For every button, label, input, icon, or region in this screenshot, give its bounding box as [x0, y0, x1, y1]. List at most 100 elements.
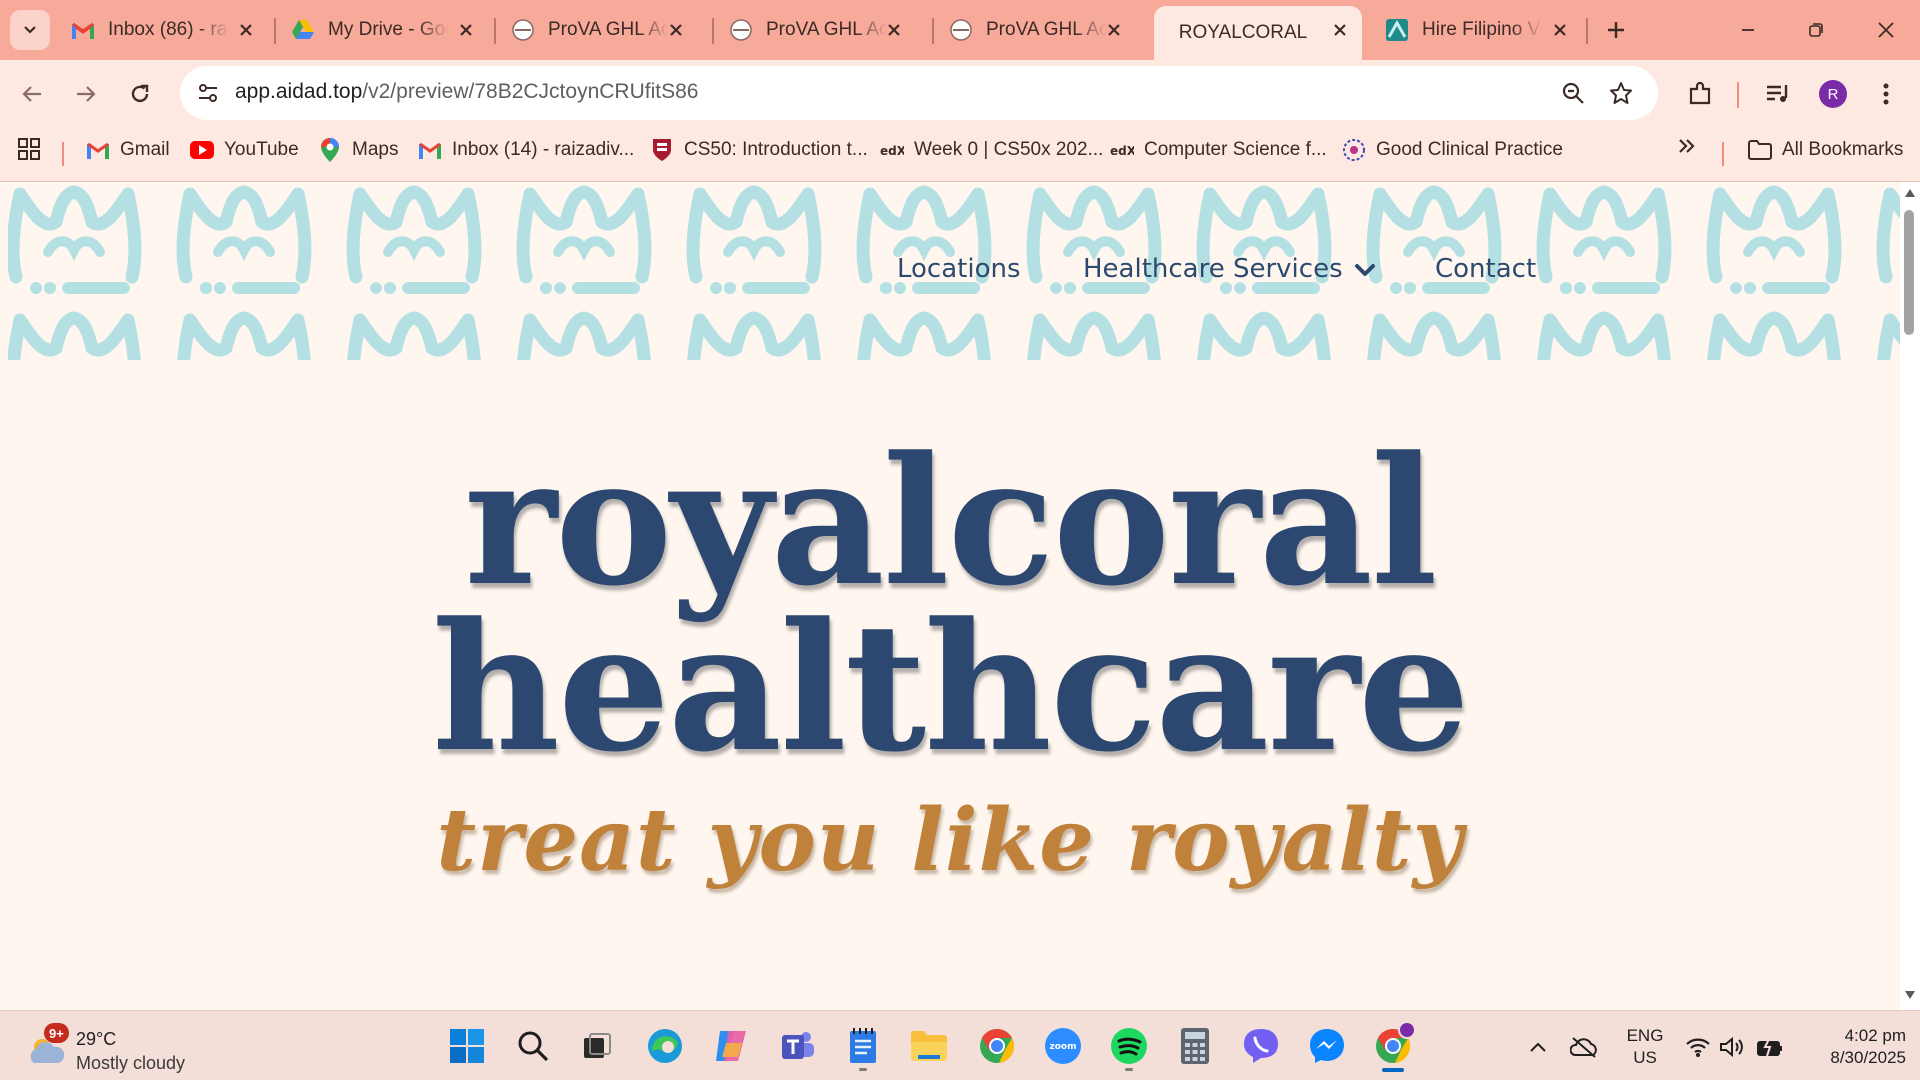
- tab-royalcoral[interactable]: ROYALCORAL: [1154, 6, 1362, 60]
- taskbar-teams[interactable]: [772, 1021, 822, 1071]
- tab-title: ROYALCORAL: [1178, 22, 1308, 43]
- onedrive-offline-icon[interactable]: [1570, 1033, 1598, 1061]
- bookmark-label: Maps: [352, 139, 399, 160]
- task-view-button[interactable]: [572, 1021, 622, 1071]
- close-icon[interactable]: [1330, 20, 1350, 40]
- close-icon[interactable]: [236, 20, 256, 40]
- scroll-up-arrow-icon[interactable]: [1903, 186, 1917, 200]
- zoom-button[interactable]: [1558, 78, 1588, 108]
- taskbar-chrome-active[interactable]: [1368, 1021, 1418, 1072]
- site-info-button[interactable]: [190, 75, 226, 111]
- restore-icon: [1809, 23, 1823, 37]
- zoom-app-icon: zoom: [1045, 1028, 1081, 1064]
- page-scrollbar[interactable]: [1900, 182, 1920, 1010]
- tab-prova-ghl-3[interactable]: ProVA GHL Account: [936, 8, 1136, 52]
- start-button[interactable]: [442, 1021, 492, 1071]
- close-icon[interactable]: [884, 20, 904, 40]
- tab-gmail-inbox[interactable]: Inbox (86) - raizadiv: [58, 8, 268, 52]
- taskbar-search-button[interactable]: [508, 1021, 558, 1071]
- reload-button[interactable]: [120, 74, 160, 114]
- taskbar-viber[interactable]: [1236, 1021, 1286, 1071]
- folder-icon: [911, 1031, 947, 1061]
- bookmarks-separator: [62, 142, 64, 166]
- profile-avatar[interactable]: R: [1819, 80, 1847, 108]
- tab-hire-filipino[interactable]: Hire Filipino Virtual: [1372, 8, 1582, 52]
- chevron-down-icon[interactable]: [1354, 262, 1376, 280]
- tab-title: Inbox (86) - raizadiv: [108, 19, 228, 40]
- tab-google-drive[interactable]: My Drive - Google Drive: [278, 8, 488, 52]
- tab-prova-ghl-2[interactable]: ProVA GHL Account: [716, 8, 916, 52]
- bookmark-label: Inbox (14) - raizadiv...: [452, 139, 635, 160]
- scroll-down-arrow-icon[interactable]: [1903, 988, 1917, 1002]
- chevron-up-icon: [1530, 1042, 1546, 1052]
- maps-pin-icon: [318, 138, 342, 162]
- tab-prova-ghl-1[interactable]: ProVA GHL Account: [498, 8, 698, 52]
- folder-icon: [1748, 138, 1772, 162]
- bookmark-computer-science[interactable]: edX Computer Science f...: [1110, 138, 1327, 162]
- close-icon[interactable]: [456, 20, 476, 40]
- weather-condition: Mostly cloudy: [76, 1053, 186, 1073]
- taskbar-file-explorer[interactable]: [904, 1021, 954, 1071]
- taskbar-messenger[interactable]: [1302, 1021, 1352, 1071]
- extensions-button[interactable]: [1680, 74, 1720, 114]
- taskbar-calculator[interactable]: [1170, 1021, 1220, 1071]
- forward-button[interactable]: [66, 74, 106, 114]
- bookmark-gmail-inbox[interactable]: Inbox (14) - raizadiv...: [418, 138, 634, 162]
- language-indicator[interactable]: ENG US: [1620, 1025, 1670, 1069]
- gmail-icon: [72, 19, 94, 41]
- calculator-icon: [1181, 1028, 1209, 1064]
- bookmark-good-clinical-practice[interactable]: Good Clinical Practice: [1342, 138, 1563, 162]
- weather-widget[interactable]: 9+ 29°C Mostly cloudy: [24, 1019, 224, 1075]
- bookmark-label: CS50: Introduction t...: [684, 139, 868, 160]
- scrollbar-thumb[interactable]: [1904, 210, 1914, 335]
- bookmark-youtube[interactable]: YouTube: [190, 138, 299, 162]
- windows-taskbar: 9+ 29°C Mostly cloudy zoom ENG US 4:02 p…: [0, 1010, 1920, 1080]
- close-icon[interactable]: [666, 20, 686, 40]
- windows-logo-icon: [450, 1029, 484, 1063]
- volume-icon[interactable]: [1718, 1033, 1746, 1061]
- globe-icon: [730, 19, 752, 41]
- taskbar-zoom[interactable]: zoom: [1038, 1021, 1088, 1071]
- battery-charging-icon[interactable]: [1756, 1033, 1784, 1061]
- running-indicator: [859, 1068, 867, 1071]
- nav-locations-link[interactable]: Locations: [897, 254, 1021, 284]
- url-text[interactable]: app.aidad.top/v2/preview/78B2CJctoynCRUf…: [235, 80, 698, 104]
- tab-search-button[interactable]: [10, 10, 50, 50]
- back-button[interactable]: [12, 74, 52, 114]
- close-icon: [1878, 22, 1894, 38]
- bookmark-label: Week 0 | CS50x 202...: [914, 139, 1104, 160]
- wifi-icon[interactable]: [1684, 1033, 1712, 1061]
- forward-arrow-icon: [77, 86, 96, 102]
- close-icon[interactable]: [1550, 20, 1570, 40]
- close-icon[interactable]: [1104, 20, 1124, 40]
- minimize-button[interactable]: [1726, 10, 1770, 50]
- bookmark-cs50-week0[interactable]: edX Week 0 | CS50x 202...: [880, 138, 1103, 162]
- chrome-icon: [980, 1029, 1015, 1063]
- toolbar-divider: [1737, 82, 1739, 108]
- address-bar[interactable]: app.aidad.top/v2/preview/78B2CJctoynCRUf…: [180, 66, 1658, 120]
- close-window-button[interactable]: [1864, 10, 1908, 50]
- bookmark-cs50-intro[interactable]: CS50: Introduction t...: [650, 138, 868, 162]
- taskbar-copilot[interactable]: [706, 1021, 756, 1071]
- system-clock[interactable]: 4:02 pm 8/30/2025: [1796, 1025, 1906, 1069]
- media-controls-button[interactable]: [1758, 74, 1798, 114]
- tab-title: ProVA GHL Account: [766, 19, 886, 40]
- tab-title: Hire Filipino Virtual: [1422, 19, 1542, 40]
- taskbar-chrome[interactable]: [972, 1021, 1022, 1071]
- taskbar-notepad[interactable]: [838, 1021, 888, 1071]
- restore-button[interactable]: [1794, 10, 1838, 50]
- apps-button[interactable]: [18, 138, 40, 160]
- nav-healthcare-services-link[interactable]: Healthcare Services: [1083, 254, 1343, 284]
- bookmark-gmail[interactable]: Gmail: [86, 138, 170, 162]
- gcp-icon: [1342, 138, 1366, 162]
- browser-menu-button[interactable]: [1866, 74, 1906, 114]
- all-bookmarks-button[interactable]: All Bookmarks: [1748, 138, 1903, 162]
- nav-contact-link[interactable]: Contact: [1435, 254, 1536, 284]
- new-tab-button[interactable]: [1598, 12, 1634, 48]
- show-hidden-icons-button[interactable]: [1524, 1033, 1552, 1061]
- bookmark-maps[interactable]: Maps: [318, 138, 398, 162]
- taskbar-spotify[interactable]: [1104, 1021, 1154, 1071]
- taskbar-edge[interactable]: [640, 1021, 690, 1071]
- bookmark-star-button[interactable]: [1606, 78, 1636, 108]
- more-bookmarks-button[interactable]: [1678, 138, 1696, 154]
